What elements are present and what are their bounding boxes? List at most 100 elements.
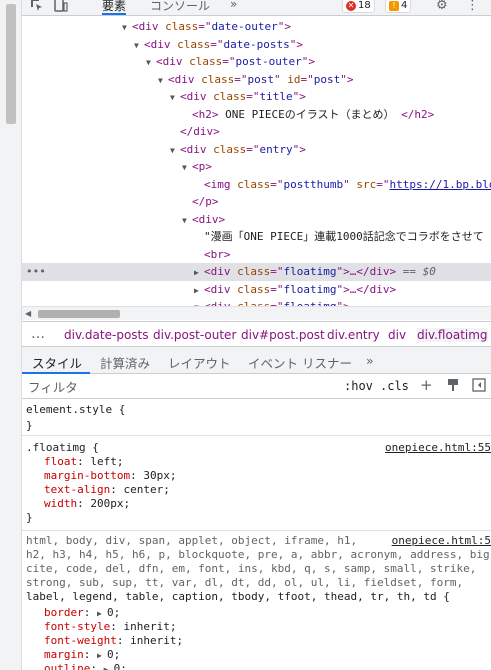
rule-selector-line: h2, h3, h4, h5, h6, p, blockquote, pre, …	[26, 548, 491, 561]
more-tabs-chevron-icon[interactable]: »	[366, 353, 374, 368]
css-declaration[interactable]: font-weight: inherit;	[44, 634, 183, 648]
rule-selector-line: strong, sub, sup, tt, var, dl, dt, dd, o…	[26, 576, 464, 589]
rule-selector-line: html, body, div, span, applet, object, i…	[26, 534, 358, 547]
rule-selector-line: cite, code, del, dfn, em, font, ins, kbd…	[26, 562, 477, 575]
dom-node-title[interactable]: ▼ <div class="title">	[22, 88, 491, 106]
breadcrumb-item-current[interactable]: div.floatimg	[417, 328, 488, 342]
tab-computed[interactable]: 計算済み	[100, 353, 150, 372]
expand-arrow-icon[interactable]: ▼	[182, 212, 192, 230]
css-declaration[interactable]: margin: ▶ 0;	[44, 648, 120, 662]
rule-close: }	[26, 511, 33, 524]
dom-node-date-posts[interactable]: ▼ <div class="date-posts">	[22, 36, 491, 54]
rule-selector: element.style {	[26, 403, 126, 416]
breadcrumb-more[interactable]: …	[31, 326, 46, 342]
dom-node-floatimg[interactable]: ▶ <div class="floatimg">…</div>	[22, 281, 491, 299]
rule-selector-line: label, legend, table, caption, tbody, tf…	[26, 590, 450, 603]
dom-node-close-div[interactable]: </div>	[22, 123, 491, 141]
dom-node-close-p[interactable]: </p>	[22, 193, 491, 211]
devtools-toolbar: 要素 コンソール » ✕ 18 ! 4 ⚙ ⋮	[22, 0, 491, 16]
expand-arrow-icon[interactable]: ▼	[182, 159, 192, 177]
paint-brush-icon[interactable]	[446, 378, 460, 396]
element-style-rule[interactable]: element.style { }	[22, 400, 491, 436]
css-declaration[interactable]: outline: ▶ 0;	[44, 662, 127, 670]
expand-arrow-icon[interactable]: ▼	[170, 142, 180, 160]
toggle-sidebar-icon[interactable]	[472, 378, 486, 396]
dom-node-div[interactable]: ▼ <div>	[22, 211, 491, 229]
tab-layout[interactable]: レイアウト	[168, 353, 231, 372]
error-icon: ✕	[346, 1, 356, 11]
cls-button[interactable]: .cls	[380, 379, 409, 393]
hov-button[interactable]: :hov	[344, 379, 373, 393]
styles-tabbar: スタイル 計算済み レイアウト イベント リスナー »	[22, 347, 491, 374]
horizontal-scroll-thumb[interactable]	[38, 310, 120, 318]
floatimg-rule[interactable]: .floatimg { onepiece.html:55 float: left…	[22, 437, 491, 531]
expand-arrow-icon[interactable]: ▼	[170, 89, 180, 107]
breadcrumb-item[interactable]: div.date-posts	[64, 328, 149, 342]
warning-count: 4	[401, 0, 408, 11]
tab-event-listeners[interactable]: イベント リスナー	[248, 353, 352, 372]
collapse-arrow-icon[interactable]: ▶	[194, 264, 204, 282]
dom-node-entry[interactable]: ▼ <div class="entry">	[22, 141, 491, 159]
breadcrumb: … div.date-posts div.post-outer div#post…	[22, 321, 491, 347]
expand-arrow-icon[interactable]: ▼	[194, 299, 204, 306]
expand-arrow-icon[interactable]: ▼	[158, 72, 168, 90]
dom-node-post[interactable]: ▼ <div class="post" id="post">	[22, 71, 491, 89]
error-badge[interactable]: ✕ 18	[342, 0, 375, 13]
expand-arrow-icon[interactable]: ▶	[97, 649, 107, 663]
filter-bar: :hov .cls +	[22, 375, 491, 399]
css-declaration[interactable]: text-align: center;	[44, 483, 170, 497]
dom-tree: ▼ <div class="date-outer"> ▼ <div class="d…	[22, 16, 491, 306]
breadcrumb-item[interactable]: div	[388, 328, 406, 342]
expand-arrow-icon[interactable]: ▼	[146, 54, 156, 72]
warning-badge[interactable]: ! 4	[385, 0, 412, 13]
scroll-left-arrow-icon[interactable]: ◀	[25, 307, 31, 321]
gear-icon[interactable]: ⚙	[436, 0, 448, 13]
tab-console[interactable]: コンソール	[150, 0, 210, 14]
dom-node-floatimg[interactable]: ▼<div class="floatimg">	[22, 298, 491, 306]
device-icon[interactable]	[54, 0, 68, 16]
css-declaration[interactable]: float: left;	[44, 455, 124, 469]
dom-node-date-outer[interactable]: ▼ <div class="date-outer">	[22, 18, 491, 36]
reset-rule[interactable]: onepiece.html:5 html, body, div, span, a…	[22, 532, 491, 670]
node-actions-dots[interactable]: •••	[26, 263, 46, 281]
expand-arrow-icon[interactable]: ▼	[134, 37, 144, 55]
css-declaration[interactable]: margin-bottom: 30px;	[44, 469, 176, 483]
warning-icon: !	[389, 1, 399, 11]
more-tabs-chevron-icon[interactable]: »	[230, 0, 237, 11]
dom-node-p[interactable]: ▼ <p>	[22, 158, 491, 176]
breadcrumb-item[interactable]: div.entry	[327, 328, 380, 342]
collapse-arrow-icon[interactable]: ▶	[194, 282, 204, 300]
gutter-scroll-thumb[interactable]	[6, 4, 16, 124]
rule-source-link[interactable]: onepiece.html:55	[385, 441, 491, 454]
breadcrumb-item[interactable]: div#post.post	[241, 328, 325, 342]
breadcrumb-item[interactable]: div.post-outer	[153, 328, 236, 342]
new-rule-plus-icon[interactable]: +	[420, 376, 433, 394]
left-gutter	[0, 0, 22, 670]
expand-arrow-icon[interactable]: ▶	[97, 607, 107, 621]
dom-node-post-outer[interactable]: ▼ <div class="post-outer">	[22, 53, 491, 71]
style-rules: element.style { } .floatimg { onepiece.h…	[22, 400, 491, 670]
dom-node-img[interactable]: <img class="postthumb" src="https://1.bp…	[22, 176, 491, 194]
expand-arrow-icon[interactable]: ▼	[122, 19, 132, 37]
rule-close: }	[26, 419, 33, 432]
h2-text: ONE PIECEのイラスト（まとめ）	[225, 107, 395, 121]
css-declaration[interactable]: border: ▶ 0;	[44, 606, 120, 620]
horizontal-scrollbar[interactable]: ◀	[22, 306, 491, 320]
img-src-link[interactable]: https://1.bp.blo	[389, 178, 491, 191]
active-tab-indicator	[22, 372, 90, 374]
dom-node-h2[interactable]: <h2> ONE PIECEのイラスト（まとめ） </h2>	[22, 106, 491, 124]
tab-styles[interactable]: スタイル	[32, 353, 82, 372]
css-declaration[interactable]: font-style: inherit;	[44, 620, 176, 634]
dom-node-br[interactable]: <br>	[22, 246, 491, 264]
rule-selector: .floatimg {	[26, 441, 99, 454]
filter-input[interactable]	[26, 378, 329, 396]
error-count: 18	[358, 0, 371, 11]
inspect-icon[interactable]	[30, 0, 44, 16]
rule-source-link[interactable]: onepiece.html:5	[392, 534, 491, 547]
dom-node-floatimg-selected[interactable]: ••• ▶ <div class="floatimg">…</div> == $0	[22, 263, 491, 281]
expand-arrow-icon[interactable]: ▶	[104, 663, 114, 670]
tab-elements[interactable]: 要素	[102, 0, 127, 15]
dom-text-node[interactable]: "漫画「ONE PIECE」連載1000話記念でコラボをさせて	[22, 228, 491, 246]
kebab-menu-icon[interactable]: ⋮	[466, 0, 479, 13]
css-declaration[interactable]: width: 200px;	[44, 497, 130, 511]
